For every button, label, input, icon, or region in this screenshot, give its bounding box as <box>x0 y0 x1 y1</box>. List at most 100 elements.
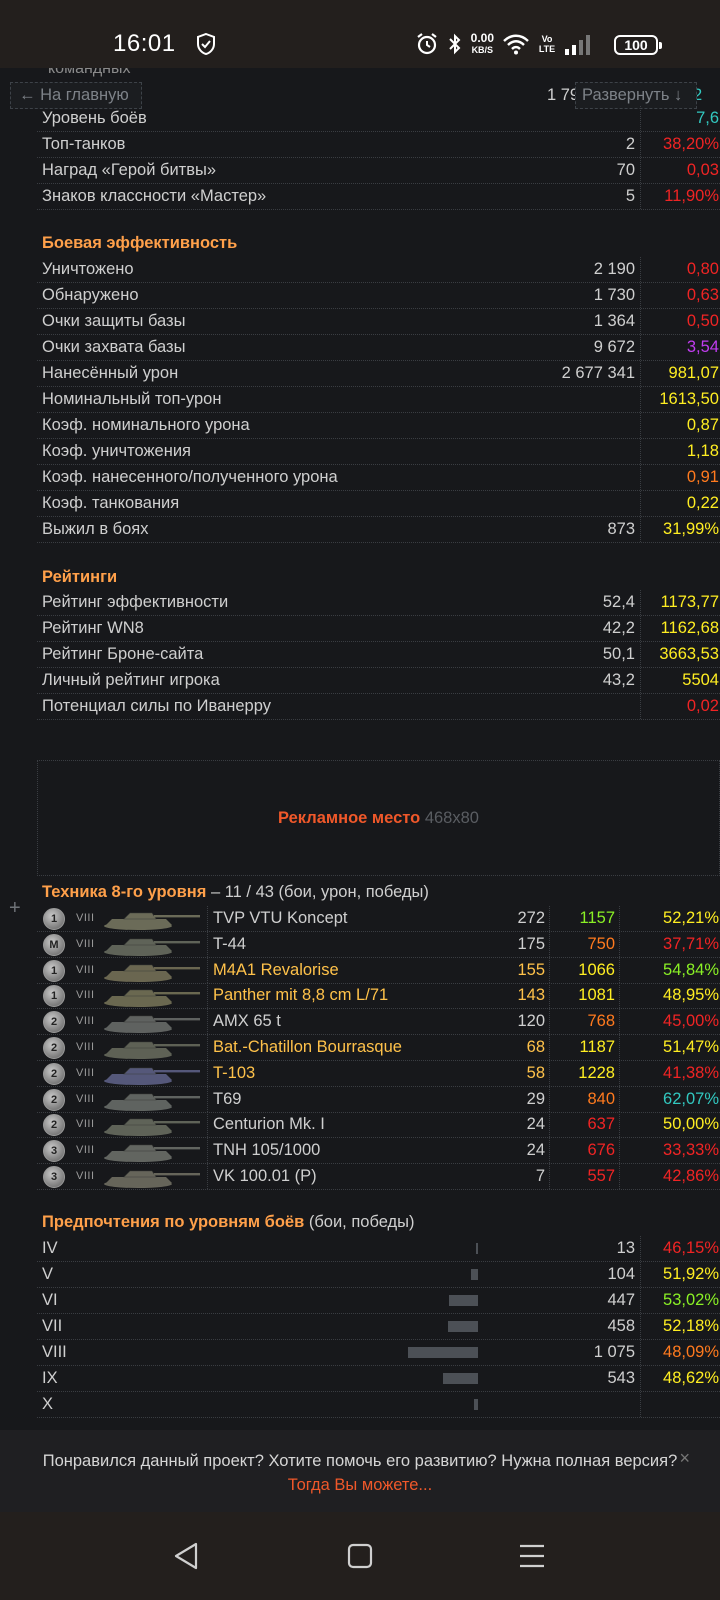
tank-name[interactable]: Centurion Mk. I <box>213 1115 325 1134</box>
tank-name[interactable]: T-103 <box>213 1064 255 1083</box>
column-divider <box>640 1236 641 1261</box>
mastery-badge-icon: 2 <box>43 1062 65 1085</box>
tank-row[interactable]: 3 VIII VK 100.01 (P) 7 557 42,86% <box>37 1164 720 1190</box>
rating-row: Рейтинг WN8 42,2 1162,68 <box>37 616 720 642</box>
tank-row[interactable]: 1 VIII TVP VTU Koncept 272 1157 52,21% <box>37 906 720 932</box>
stat-label: Очки захвата базы <box>42 338 186 356</box>
tank-name[interactable]: Bat.-Chatillon Bourrasque <box>213 1038 402 1057</box>
stat-value: 1 730 <box>593 286 635 304</box>
level-winrate: 53,02% <box>663 1291 719 1309</box>
tank-row[interactable]: 3 VIII TNH 105/1000 24 676 33,33% <box>37 1138 720 1165</box>
section-title-ratings: Рейтинги <box>42 568 118 586</box>
tank-row[interactable]: 2 VIII Centurion Mk. I 24 637 50,00% <box>37 1112 720 1139</box>
stat-value: 5 <box>625 187 635 205</box>
tank-row[interactable]: M VIII T-44 175 750 37,71% <box>37 931 720 958</box>
combat-row: Коэф. уничтожения 1,18 <box>37 439 720 465</box>
stat-ratio: 0,22 <box>686 494 719 512</box>
level-winrate: 51,92% <box>663 1265 719 1283</box>
back-nav-icon[interactable] <box>164 1534 208 1578</box>
level-row: VII 458 52,18% <box>37 1314 720 1340</box>
column-divider <box>640 257 641 282</box>
stat-ratio: 0,03 <box>686 161 719 179</box>
column-divider <box>640 642 641 667</box>
column-divider <box>549 957 550 983</box>
tank-name[interactable]: M4A1 Revalorise <box>213 961 339 980</box>
stat-ratio: 38,20% <box>663 135 719 153</box>
tank-damage: 557 <box>587 1167 615 1185</box>
stat-label: Коэф. номинального урона <box>42 416 250 434</box>
tank-winrate: 52,21% <box>663 909 719 927</box>
tank-battles: 143 <box>517 986 545 1005</box>
level-share-bar <box>449 1295 478 1306</box>
back-to-main-button[interactable]: ← На главную <box>10 82 142 109</box>
tank-name[interactable]: AMX 65 t <box>213 1012 281 1031</box>
ad-placeholder[interactable]: Рекламное место 468x80 <box>37 760 720 876</box>
column-divider <box>619 1060 620 1086</box>
wifi-icon <box>503 34 529 55</box>
expand-button[interactable]: Развернуть ↓ <box>575 82 697 109</box>
tank-name[interactable]: Panther mit 8,8 cm L/71 <box>213 986 388 1005</box>
column-divider <box>640 1366 641 1391</box>
tank-row[interactable]: 1 VIII M4A1 Revalorise 155 1066 54,84% <box>37 957 720 984</box>
column-divider <box>619 931 620 957</box>
stat-label: Уровень боёв <box>42 109 147 127</box>
tank-name[interactable]: T-44 <box>213 935 246 954</box>
network-speed: 0.00 KB/S <box>470 31 494 55</box>
level-row: VI 447 53,02% <box>37 1288 720 1314</box>
expand-plus-icon[interactable]: + <box>9 897 21 920</box>
stat-label: Выжил в боях <box>42 520 149 538</box>
tank-row[interactable]: 2 VIII AMX 65 t 120 768 45,00% <box>37 1009 720 1036</box>
tank-name[interactable]: T69 <box>213 1090 241 1109</box>
level-winrate: 48,09% <box>663 1343 719 1361</box>
column-divider <box>640 517 641 542</box>
rating-row: Рейтинг Броне-сайта 50,1 3663,53 <box>37 642 720 668</box>
tank-row[interactable]: 1 VIII Panther mit 8,8 cm L/71 143 1081 48,95… <box>37 983 720 1010</box>
column-divider <box>207 957 208 983</box>
close-icon[interactable]: × <box>679 1448 690 1469</box>
column-divider <box>619 1112 620 1138</box>
partial-row-label: командных <box>48 68 131 77</box>
tank-name[interactable]: VK 100.01 (P) <box>213 1167 317 1186</box>
column-divider <box>549 1164 550 1189</box>
combat-row: Нанесённый урон 2 677 341 981,07 <box>37 361 720 387</box>
tank-row[interactable]: 2 VIII T-103 58 1228 41,38% <box>37 1060 720 1087</box>
column-divider <box>640 590 641 615</box>
stat-label: Уничтожено <box>42 260 134 278</box>
column-divider <box>549 906 550 931</box>
donate-link[interactable]: Тогда Вы можете... <box>0 1476 720 1495</box>
stat-label: Наград «Герой битвы» <box>42 161 217 179</box>
stat-label: Рейтинг эффективности <box>42 593 229 611</box>
column-divider <box>640 283 641 308</box>
donate-question: Понравился данный проект? Хотите помочь … <box>42 1452 678 1470</box>
stat-label: Коэф. уничтожения <box>42 442 191 460</box>
level-battles: 447 <box>607 1291 635 1309</box>
column-divider <box>207 1009 208 1035</box>
tier-label: VIII <box>76 937 95 950</box>
home-nav-icon[interactable] <box>338 1534 382 1578</box>
stats-content[interactable]: командных 1 79 2 ← На главную Развернуть… <box>0 68 720 1430</box>
column-divider <box>640 465 641 490</box>
tank-icon <box>104 1067 200 1085</box>
stat-value: 70 <box>616 161 635 179</box>
stat-ratio: 1162,68 <box>660 619 719 637</box>
tank-icon <box>104 1144 200 1163</box>
stat-value: 50,1 <box>602 645 635 663</box>
tank-row[interactable]: 2 VIII T69 29 840 62,07% <box>37 1086 720 1113</box>
tank-battles: 155 <box>517 960 545 979</box>
tank-row[interactable]: 2 VIII Bat.-Chatillon Bourrasque 68 1187 51,4… <box>37 1035 720 1061</box>
ad-size: 468x80 <box>424 809 479 827</box>
level-battles: 13 <box>616 1239 635 1257</box>
level-row: V 104 51,92% <box>37 1262 720 1288</box>
tank-damage: 1081 <box>578 986 615 1005</box>
stat-label: Потенциал силы по Иванерру <box>42 697 271 715</box>
column-divider <box>640 1392 641 1417</box>
section-title-levels: Предпочтения по уровням боёв (бои, побед… <box>42 1213 415 1231</box>
tank-name[interactable]: TVP VTU Koncept <box>213 909 348 928</box>
column-divider <box>640 1340 641 1365</box>
stat-ratio: 0,87 <box>686 416 719 434</box>
stat-value: 873 <box>607 520 635 538</box>
stat-label: Топ-танков <box>42 135 126 153</box>
column-divider <box>207 1112 208 1138</box>
menu-nav-icon[interactable] <box>510 1534 554 1578</box>
tank-name[interactable]: TNH 105/1000 <box>213 1141 320 1160</box>
